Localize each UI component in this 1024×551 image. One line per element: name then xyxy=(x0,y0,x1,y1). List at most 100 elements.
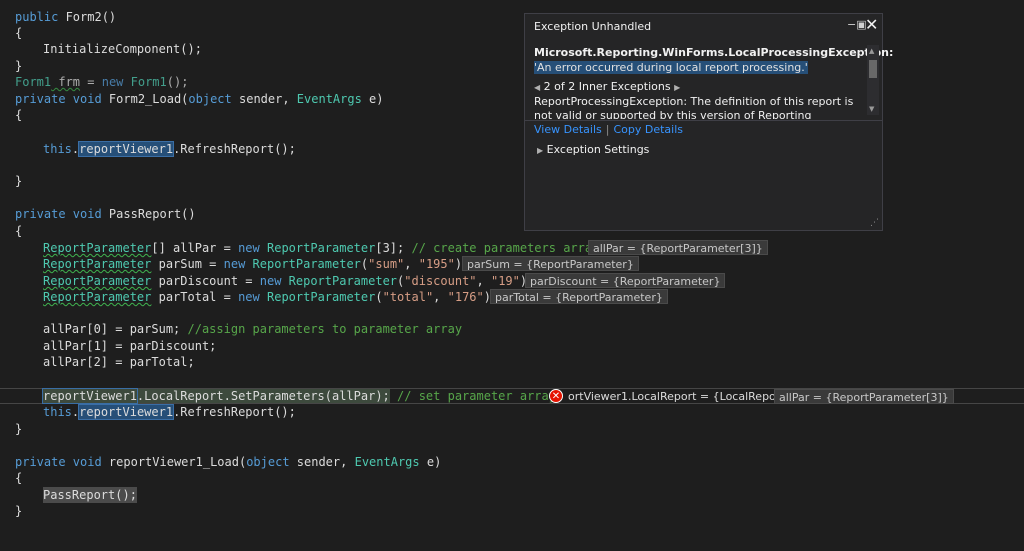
inner-exceptions-label: 2 of 2 Inner Exceptions xyxy=(543,80,671,93)
exception-type: Microsoft.Reporting.WinForms.LocalProces… xyxy=(534,46,894,59)
comment: // create parameters array xyxy=(404,241,600,255)
datatip-allpar[interactable]: allPar = {ReportParameter[3]} xyxy=(588,240,768,255)
comment: // set parameter array xyxy=(389,389,556,403)
type-reportparameter: ReportParameter xyxy=(259,241,376,255)
scroll-thumb[interactable] xyxy=(869,60,877,78)
code-line-24: PassReport(); xyxy=(0,487,1024,503)
code-line-16: allPar[0] = parSum; //assign parameters … xyxy=(0,321,1024,337)
assign-allpar-1: allPar[1] = parDiscount; xyxy=(43,339,217,353)
symbol-reportviewer1[interactable]: reportViewer1 xyxy=(78,141,175,157)
datatip-pardiscount[interactable]: parDiscount = {ReportParameter} xyxy=(525,273,726,288)
kw-void: void xyxy=(65,92,102,106)
kw-new: new xyxy=(238,290,260,304)
set-parameters-call: .LocalReport.SetParameters(allPar); xyxy=(136,389,390,403)
symbol-reportviewer1[interactable]: reportViewer1 xyxy=(78,404,175,420)
code-line-20: this.reportViewer1.RefreshReport(); xyxy=(0,404,1024,420)
kw-void: void xyxy=(65,207,102,221)
comma: , xyxy=(404,257,419,271)
kw-private: private xyxy=(15,207,66,221)
code-line-22: private void reportViewer1_Load(object s… xyxy=(0,454,1024,470)
symbol-reportviewer1[interactable]: reportViewer1 xyxy=(42,388,138,404)
code-line-25: } xyxy=(0,503,1024,519)
type-reportparameter: ReportParameter xyxy=(43,274,152,288)
passreport-call: PassReport(); xyxy=(43,487,137,503)
decl-parsum: parSum = xyxy=(151,257,224,271)
link-separator: | xyxy=(605,123,610,136)
method-form2-load: Form2_Load( xyxy=(101,92,189,106)
kw-void: void xyxy=(65,455,102,469)
next-arrow-icon[interactable]: ▶ xyxy=(674,83,680,92)
type-eventargs: EventArgs xyxy=(296,92,362,106)
exception-settings[interactable]: ▶ Exception Settings xyxy=(537,143,649,156)
string-19: "19" xyxy=(490,274,520,288)
resize-grip-icon[interactable]: ⋰ xyxy=(870,218,879,228)
datatip-allpar[interactable]: allPar = {ReportParameter[3]} xyxy=(774,389,954,404)
exception-detail: ReportProcessingException: The definitio… xyxy=(534,95,854,119)
type-form1: Form1 xyxy=(15,75,52,89)
param-e: e) xyxy=(419,455,442,469)
type-reportparameter: ReportParameter xyxy=(245,257,361,271)
code-line-23: { xyxy=(0,470,1024,486)
brace-close: } xyxy=(15,504,23,518)
kw-this: this xyxy=(43,142,72,156)
brace-close: } xyxy=(15,59,23,73)
datatip-partotal[interactable]: parTotal = {ReportParameter} xyxy=(490,289,668,304)
scroll-up-icon[interactable]: ▲ xyxy=(869,47,874,55)
decl-partotal: parTotal = xyxy=(151,290,239,304)
string-discount: "discount" xyxy=(404,274,477,288)
kw-object: object xyxy=(246,455,290,469)
exception-message: 'An error occurred during local report p… xyxy=(534,61,808,74)
datatip-localreport[interactable]: ortViewer1.LocalReport = {LocalReport}, xyxy=(564,389,799,404)
exception-text: Microsoft.Reporting.WinForms.LocalProces… xyxy=(534,45,893,75)
type-eventargs: EventArgs xyxy=(354,455,420,469)
code-line-15: ReportParameter parTotal = new ReportPar… xyxy=(0,289,1024,305)
exception-popup: Exception Unhandled −▣ ✕ Microsoft.Repor… xyxy=(524,13,893,231)
kw-private: private xyxy=(15,92,66,106)
param-sender: sender, xyxy=(231,92,297,106)
type-reportparameter: ReportParameter xyxy=(259,290,376,304)
assign-op: = xyxy=(80,75,102,89)
copy-details-link[interactable]: Copy Details xyxy=(613,123,683,136)
view-details-link[interactable]: View Details xyxy=(534,123,602,136)
expand-arrow-icon[interactable]: ▶ xyxy=(537,146,543,155)
kw-new: new xyxy=(238,241,260,255)
comma: , xyxy=(476,274,491,288)
popup-title: Exception Unhandled xyxy=(534,20,652,33)
exception-settings-label[interactable]: Exception Settings xyxy=(547,143,650,156)
code-line-19-current: reportViewer1.LocalReport.SetParameters(… xyxy=(0,388,1024,404)
error-icon[interactable]: ✕ xyxy=(549,389,563,403)
prev-arrow-icon[interactable]: ◀ xyxy=(534,83,540,92)
scroll-down-icon[interactable]: ▼ xyxy=(869,105,874,113)
detail-scrollbar[interactable]: ▲ ▼ xyxy=(867,45,879,115)
type-reportparameter: ReportParameter xyxy=(43,257,152,271)
popup-links: View Details | Copy Details xyxy=(534,123,683,136)
string-sum: "sum" xyxy=(368,257,405,271)
brace-open: { xyxy=(15,26,23,40)
inner-exceptions-nav: ◀ 2 of 2 Inner Exceptions ▶ xyxy=(534,80,680,93)
close-icon[interactable]: ✕ xyxy=(865,15,878,34)
code-line-18: allPar[2] = parTotal; xyxy=(0,354,1024,370)
kw-new: new xyxy=(223,257,246,271)
method-reportviewer1-load: reportViewer1_Load( xyxy=(101,455,247,469)
refresh-report-call: .RefreshReport(); xyxy=(173,142,296,156)
pin-icon[interactable]: −▣ xyxy=(847,18,867,31)
method-passreport: PassReport() xyxy=(101,207,196,221)
kw-public: public xyxy=(15,10,59,24)
datatip-parsum[interactable]: parSum = {ReportParameter} xyxy=(462,256,639,271)
assign-allpar-0: allPar[0] = parSum; xyxy=(43,322,181,336)
string-176: "176" xyxy=(447,290,484,304)
type-form1-ctor: Form1 xyxy=(123,75,167,89)
string-total: "total" xyxy=(382,290,434,304)
kw-private: private xyxy=(15,455,66,469)
brace-close: } xyxy=(15,422,23,436)
initialize-component-call: InitializeComponent(); xyxy=(43,42,202,56)
code-line-13: ReportParameter parSum = new ReportParam… xyxy=(0,256,1024,272)
brace-close: } xyxy=(15,174,23,188)
code-line-17: allPar[1] = parDiscount; xyxy=(0,338,1024,354)
code-line-14: ReportParameter parDiscount = new Report… xyxy=(0,273,1024,289)
paren: ( xyxy=(375,290,383,304)
comma: , xyxy=(433,290,448,304)
assign-allpar-2: allPar[2] = parTotal; xyxy=(43,355,195,369)
var-frm: frm xyxy=(51,75,81,89)
type-reportparameter: ReportParameter xyxy=(43,290,152,304)
